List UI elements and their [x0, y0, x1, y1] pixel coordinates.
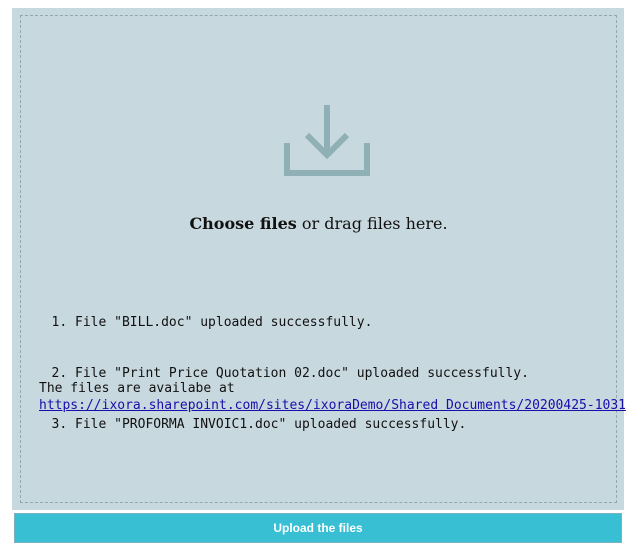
upload-panel: Choose files or drag files here. File "B… — [12, 8, 626, 510]
upload-files-button[interactable]: Upload the files — [14, 513, 622, 543]
choose-files-link[interactable]: Choose files — [189, 214, 296, 233]
files-location-link[interactable]: https://ixora.sharepoint.com/sites/ixora… — [39, 397, 626, 414]
upload-results-list: File "BILL.doc" uploaded successfully. F… — [35, 280, 529, 467]
file-dropzone[interactable]: Choose files or drag files here. File "B… — [20, 15, 626, 503]
choose-files-prompt: Choose files or drag files here. — [21, 214, 616, 233]
files-location-label: The files are availabe at — [39, 381, 235, 396]
drag-files-text: or drag files here. — [296, 214, 448, 233]
list-item: File "PROFORMA INVOIC1.doc" uploaded suc… — [75, 416, 529, 433]
download-tray-icon — [284, 105, 370, 176]
list-item: File "BILL.doc" uploaded successfully. — [75, 314, 529, 331]
